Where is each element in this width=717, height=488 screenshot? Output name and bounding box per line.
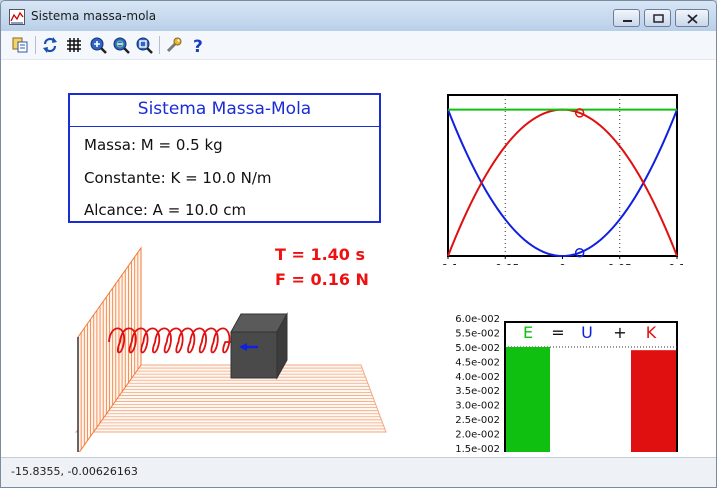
equation-term: K bbox=[646, 323, 657, 342]
minimize-button[interactable] bbox=[613, 9, 640, 27]
maximize-icon bbox=[653, 14, 664, 23]
info-panel: Sistema Massa-Mola Massa: M = 0.5 kg Con… bbox=[68, 93, 381, 223]
y-tick-label: 1.5e-002 bbox=[455, 444, 500, 452]
y-tick-label: 4.0e-002 bbox=[455, 372, 500, 383]
range-text: Alcance: A = 10.0 cm bbox=[84, 201, 247, 219]
simulation-canvas: Sistema Massa-Mola Massa: M = 0.5 kg Con… bbox=[1, 60, 716, 457]
y-tick-label: 2.5e-002 bbox=[455, 415, 500, 426]
plot-frame bbox=[447, 94, 678, 257]
y-tick-label: 2.0e-002 bbox=[455, 429, 500, 440]
info-title: Sistema Massa-Mola bbox=[137, 99, 312, 119]
y-tick-label: 5.5e-002 bbox=[455, 329, 500, 340]
y-tick-label: 3.5e-002 bbox=[455, 386, 500, 397]
constant-text: Constante: K = 10.0 N/m bbox=[84, 169, 272, 187]
refresh-icon[interactable] bbox=[41, 36, 59, 54]
block-front bbox=[230, 331, 278, 379]
copy-icon[interactable] bbox=[11, 36, 29, 54]
close-button[interactable] bbox=[675, 9, 709, 27]
info-divider bbox=[70, 126, 379, 127]
y-tick-label: 6.0e-002 bbox=[455, 314, 500, 325]
equation-term: + bbox=[613, 323, 626, 342]
window-title: Sistema massa-mola bbox=[31, 9, 157, 23]
status-bar: -15.8355, -0.00626163 bbox=[1, 457, 716, 487]
y-tick-label: 5.0e-002 bbox=[455, 343, 500, 354]
zoom-in-icon[interactable] bbox=[89, 36, 107, 54]
maximize-button[interactable] bbox=[644, 9, 671, 27]
zoom-fit-icon[interactable] bbox=[135, 36, 153, 54]
svg-text:?: ? bbox=[193, 37, 203, 54]
mass-block bbox=[230, 312, 288, 380]
energy-bar-chart: E = U + K 6.0e-002 5.5e-002 5.0e-002 4.5e-002 4.0… bbox=[455, 314, 678, 452]
energy-curve-chart: -0.1-0.0500.050.1 bbox=[437, 94, 686, 265]
close-icon bbox=[687, 14, 698, 24]
help-icon[interactable]: ? bbox=[189, 36, 207, 54]
toolbar: ? bbox=[1, 31, 716, 60]
y-tick-label: 3.0e-002 bbox=[455, 401, 500, 412]
zoom-out-icon[interactable] bbox=[112, 36, 130, 54]
grid-icon[interactable] bbox=[65, 36, 83, 54]
equation-term: U bbox=[581, 323, 593, 342]
equation-term: E bbox=[523, 323, 533, 342]
title-bar[interactable]: Sistema massa-mola bbox=[1, 1, 716, 31]
minimize-icon bbox=[623, 20, 632, 22]
y-tick-label: 4.5e-002 bbox=[455, 357, 500, 368]
spring-mass-scene: -10.0010.0X (cm) bbox=[74, 246, 387, 452]
toolbar-separator bbox=[35, 36, 36, 54]
app-window: Sistema massa-mola ? Sistema Massa-Mola … bbox=[0, 0, 717, 488]
equation-term: = bbox=[551, 323, 564, 342]
bar-k bbox=[631, 350, 676, 452]
mass-text: Massa: M = 0.5 kg bbox=[84, 136, 223, 154]
app-chart-icon bbox=[9, 9, 25, 25]
bar-e bbox=[506, 347, 550, 452]
cursor-coordinates: -15.8355, -0.00626163 bbox=[11, 465, 138, 478]
toolbar-separator bbox=[159, 36, 160, 54]
settings-wrench-icon[interactable] bbox=[165, 36, 183, 54]
